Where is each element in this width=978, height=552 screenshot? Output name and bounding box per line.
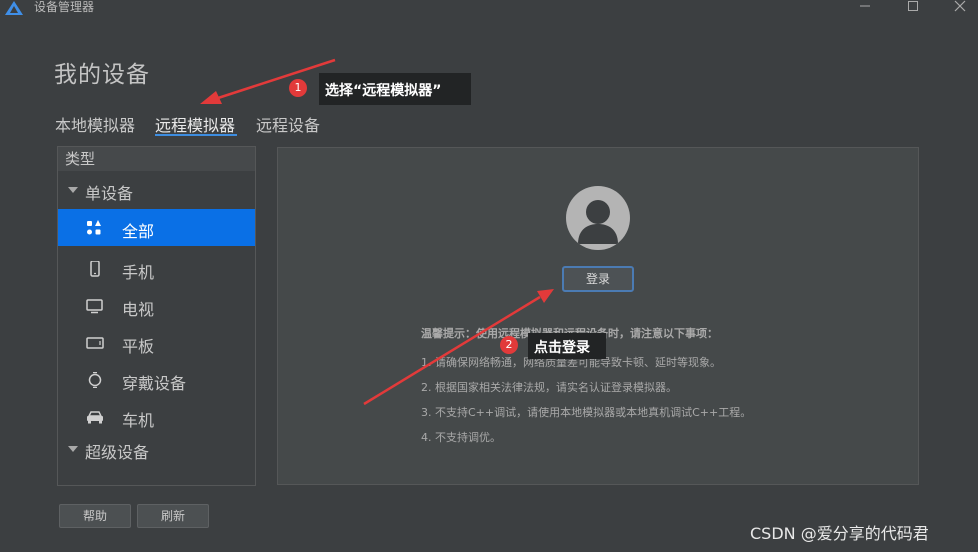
annotation-callout-1: 选择“远程模拟器” <box>319 73 471 105</box>
watermark: CSDN @爱分享的代码君 <box>750 524 929 543</box>
annotation-arrows <box>200 58 554 406</box>
annotation-callout-2: 点击登录 <box>528 333 606 359</box>
annotation-badge-2: 2 <box>500 336 518 354</box>
annotation-badge-1: 1 <box>289 79 307 97</box>
